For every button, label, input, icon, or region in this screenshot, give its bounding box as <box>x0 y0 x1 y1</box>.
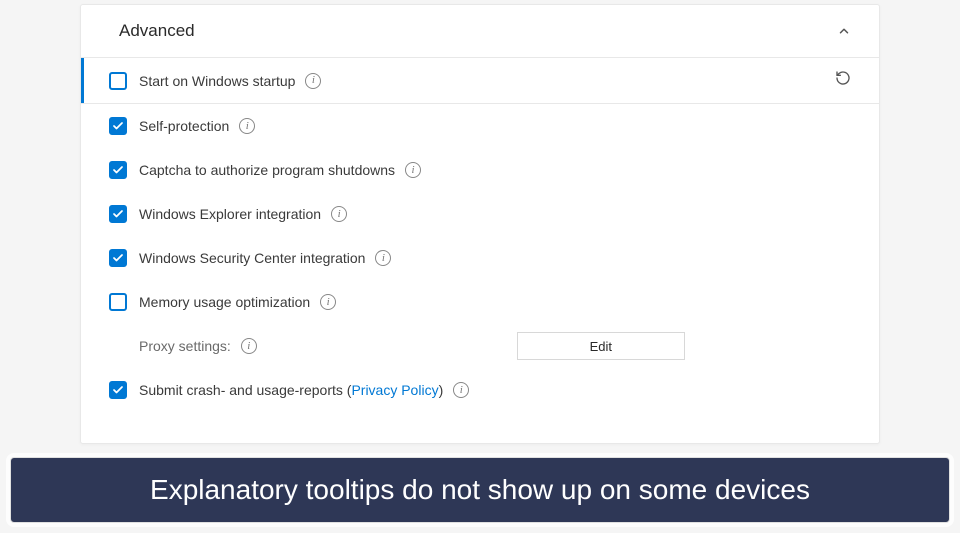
checkbox-start-on-startup[interactable] <box>109 72 127 90</box>
checkbox-memory-optimization[interactable] <box>109 293 127 311</box>
section-title: Advanced <box>119 21 195 41</box>
info-icon[interactable]: i <box>320 294 336 310</box>
proxy-settings-row: Proxy settings: i Edit <box>81 324 879 368</box>
reset-icon[interactable] <box>835 70 851 91</box>
option-label: Submit crash- and usage-reports (Privacy… <box>139 382 443 398</box>
checkbox-captcha-shutdown[interactable] <box>109 161 127 179</box>
checkbox-self-protection[interactable] <box>109 117 127 135</box>
proxy-label: Proxy settings: <box>139 338 231 354</box>
option-captcha-shutdown: Captcha to authorize program shutdowns i <box>81 148 879 192</box>
option-label: Memory usage optimization <box>139 294 310 310</box>
option-explorer-integration: Windows Explorer integration i <box>81 192 879 236</box>
info-icon[interactable]: i <box>241 338 257 354</box>
option-start-on-startup: Start on Windows startup i <box>81 57 879 104</box>
option-label: Windows Explorer integration <box>139 206 321 222</box>
option-self-protection: Self-protection i <box>81 104 879 148</box>
chevron-up-icon <box>837 24 851 43</box>
info-icon[interactable]: i <box>375 250 391 266</box>
option-label: Self-protection <box>139 118 229 134</box>
options-list: Start on Windows startup i Self-protecti… <box>81 57 879 412</box>
caption-text: Explanatory tooltips do not show up on s… <box>150 474 810 505</box>
submit-suffix: ) <box>439 382 444 398</box>
privacy-policy-link[interactable]: Privacy Policy <box>351 382 438 398</box>
info-icon[interactable]: i <box>305 73 321 89</box>
info-icon[interactable]: i <box>331 206 347 222</box>
option-label: Windows Security Center integration <box>139 250 365 266</box>
info-icon[interactable]: i <box>239 118 255 134</box>
section-header-advanced[interactable]: Advanced <box>81 5 879 57</box>
checkbox-security-center[interactable] <box>109 249 127 267</box>
option-security-center: Windows Security Center integration i <box>81 236 879 280</box>
option-memory-optimization: Memory usage optimization i <box>81 280 879 324</box>
option-label: Start on Windows startup <box>139 73 295 89</box>
submit-prefix: Submit crash- and usage-reports ( <box>139 382 351 398</box>
option-label: Captcha to authorize program shutdowns <box>139 162 395 178</box>
checkbox-submit-reports[interactable] <box>109 381 127 399</box>
option-submit-reports: Submit crash- and usage-reports (Privacy… <box>81 368 879 412</box>
info-icon[interactable]: i <box>453 382 469 398</box>
checkbox-explorer-integration[interactable] <box>109 205 127 223</box>
edit-proxy-button[interactable]: Edit <box>517 332 685 360</box>
caption-bar: Explanatory tooltips do not show up on s… <box>10 457 950 523</box>
info-icon[interactable]: i <box>405 162 421 178</box>
settings-panel: Advanced Start on Windows startup i Self… <box>80 4 880 444</box>
